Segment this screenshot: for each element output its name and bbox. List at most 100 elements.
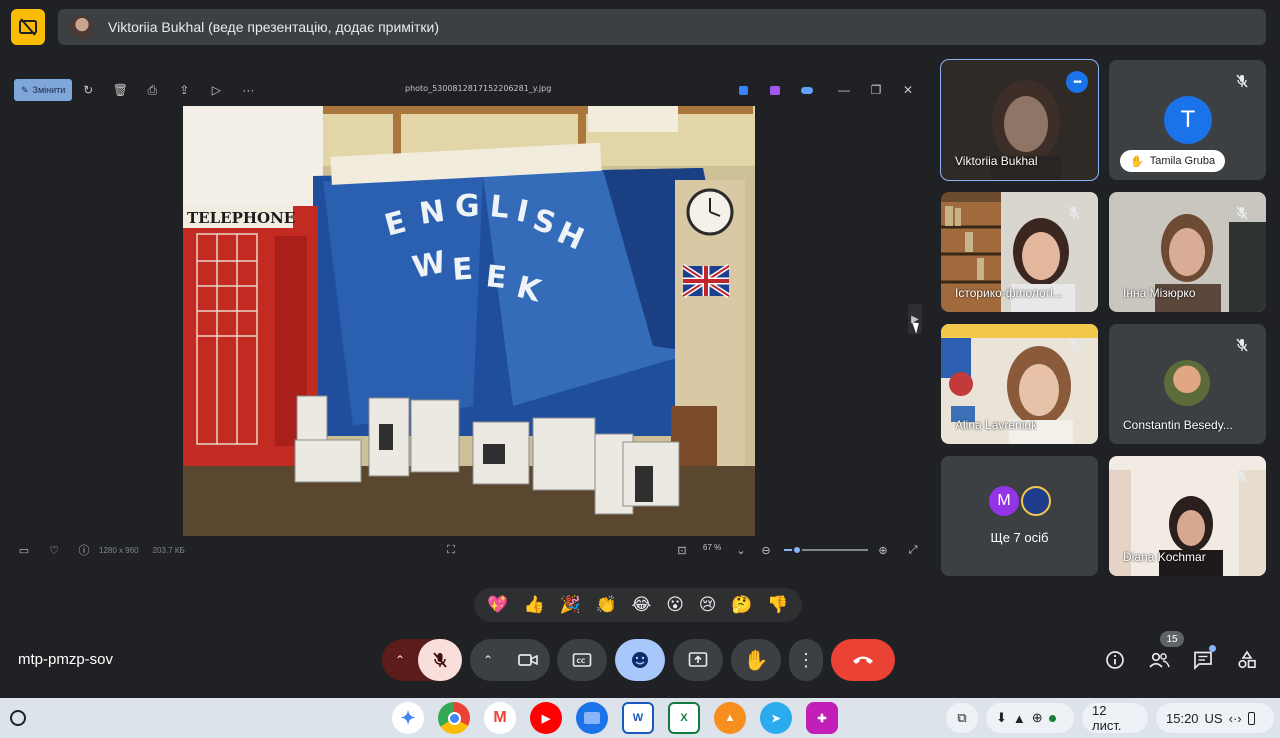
gmail-app-icon[interactable]: M [484, 702, 516, 734]
hand-icon: ✋ [1130, 155, 1144, 168]
more-avatars: M [989, 486, 1051, 516]
reaction-laugh[interactable]: 😂 [631, 595, 651, 615]
reactions-button[interactable] [615, 639, 665, 681]
delete-icon[interactable]: 🗑 [104, 79, 136, 101]
gemini-app-icon[interactable]: ✦ [392, 702, 424, 734]
excel-app-icon[interactable]: X [668, 702, 700, 734]
chrome-app-icon[interactable] [438, 702, 470, 734]
crop-icon[interactable]: ⛶ [436, 544, 466, 557]
meeting-details-button[interactable] [1100, 645, 1130, 675]
network-icon: ‹·› [1228, 710, 1242, 726]
print-icon[interactable]: ⎙ [136, 79, 168, 101]
raise-hand-button[interactable]: ✋ [731, 639, 781, 681]
mic-toggle-button[interactable] [418, 639, 462, 681]
launcher-button[interactable] [10, 710, 26, 726]
participant-tile[interactable]: Diana Kochmar [1109, 456, 1266, 576]
minimize-icon[interactable]: — [830, 79, 858, 101]
presentation-badge[interactable] [11, 9, 45, 45]
unread-dot [1209, 645, 1216, 652]
camera-icon [518, 654, 538, 666]
reaction-clap[interactable]: 👏 [595, 595, 616, 615]
present-screen-icon [688, 652, 708, 667]
reaction-surprised[interactable]: 😮 [666, 595, 684, 615]
files-app-icon[interactable] [576, 702, 608, 734]
participant-tile[interactable]: ••• Viktoriia Bukhal [940, 59, 1099, 181]
vpn-dot-icon [1048, 714, 1056, 722]
reactions-bar: 💖 👍 🎉 👏 😂 😮 😢 🤔 👎 [474, 588, 802, 622]
leave-call-button[interactable] [831, 639, 895, 681]
svg-text:N: N [417, 194, 447, 232]
camera-control-group: ⌃ [470, 639, 550, 681]
reaction-thumbs-up[interactable]: 👍 [523, 595, 544, 615]
camera-toggle-button[interactable] [506, 639, 550, 681]
filmstrip-icon[interactable]: ▭ [9, 544, 39, 557]
participant-tile[interactable]: Історико-філологі... [941, 192, 1098, 312]
close-icon[interactable]: ✕ [894, 79, 922, 101]
presenter-bar: Viktoriia Bukhal (веде презентацію, дода… [58, 9, 1266, 45]
image-dimensions: 1280 x 960 [99, 545, 139, 555]
edit-label: Змінити [32, 85, 66, 95]
svg-text:E: E [451, 252, 474, 288]
participant-tile[interactable]: Інна Мізюрко [1109, 192, 1266, 312]
mic-off-icon [1232, 467, 1252, 487]
system-tray[interactable]: 15:20 US ‹·› [1156, 703, 1274, 733]
captions-button[interactable]: CC [557, 639, 607, 681]
reaction-heart[interactable]: 💖 [487, 595, 508, 615]
mic-control-group: ⌃ [382, 639, 462, 681]
presenter-avatar [70, 15, 94, 39]
slideshow-icon[interactable]: ▷ [200, 79, 232, 101]
onedrive-icon[interactable] [793, 79, 821, 101]
battery-icon [1247, 711, 1255, 725]
reaction-thinking[interactable]: 🤔 [731, 595, 752, 615]
svg-text:CC: CC [577, 658, 586, 665]
designer-icon[interactable] [729, 79, 757, 101]
clipchamp-icon[interactable] [761, 79, 789, 101]
word-app-icon[interactable]: W [622, 702, 654, 734]
people-button[interactable] [1144, 645, 1174, 675]
favorite-icon[interactable]: ♡ [39, 544, 69, 557]
zoom-slider-handle[interactable] [791, 545, 802, 555]
more-participants-tile[interactable]: M Ще 7 осіб [941, 456, 1098, 576]
chat-button[interactable] [1188, 645, 1218, 675]
zoom-out-icon[interactable]: ⊖ [751, 544, 781, 557]
edit-button[interactable]: ✎ Змінити [14, 79, 73, 101]
participant-tile[interactable]: Constantin Besedy... [1109, 324, 1266, 444]
date-tray[interactable]: 12 лист. [1082, 703, 1148, 733]
taskbar: ✦ M ▶ W X ▲ ➤ ✚ ⧉ ⬇ ▲ ⊕ 12 лист. 15:20 U… [0, 698, 1280, 738]
actual-size-icon[interactable]: ⊡ [667, 544, 697, 557]
youtube-app-icon[interactable]: ▶ [530, 702, 562, 734]
participant-tile[interactable]: Alina Lavreniuk [941, 324, 1098, 444]
status-icons-tray[interactable]: ⬇ ▲ ⊕ [986, 703, 1074, 733]
tote-button[interactable]: ⧉ [946, 703, 978, 733]
info-icon[interactable]: ⓘ [69, 542, 99, 558]
rotate-icon[interactable]: ↻ [72, 79, 104, 101]
more-options-icon[interactable]: ··· [232, 79, 264, 101]
vlc-app-icon[interactable]: ▲ [714, 702, 746, 734]
present-button[interactable] [673, 639, 723, 681]
restore-icon[interactable]: ❐ [862, 79, 890, 101]
more-options-button[interactable]: ⋮ [789, 639, 823, 681]
school-logo-avatar [1021, 486, 1051, 516]
activities-button[interactable] [1232, 645, 1262, 675]
reaction-thumbs-down[interactable]: 👎 [767, 595, 788, 615]
zoom-value[interactable]: 67 % [703, 543, 721, 552]
reaction-sad[interactable]: 😢 [699, 595, 717, 615]
fullscreen-icon[interactable]: ⤢ [898, 544, 928, 557]
svg-text:TELEPHONE: TELEPHONE [187, 209, 295, 227]
more-vert-icon: ⋮ [797, 650, 815, 670]
participant-tile[interactable]: T ✋ Tamila Gruba [1109, 60, 1266, 180]
audio-options-chevron-icon[interactable]: ⌃ [382, 653, 418, 667]
zoom-slider[interactable] [784, 545, 868, 555]
canvas-app-icon[interactable]: ✚ [806, 702, 838, 734]
speaking-indicator-icon: ••• [1066, 71, 1088, 93]
reaction-party[interactable]: 🎉 [559, 595, 580, 615]
mic-off-icon [1232, 203, 1252, 223]
share-icon[interactable]: ⇪ [168, 79, 200, 101]
telegram-app-icon[interactable]: ➤ [760, 702, 792, 734]
chat-icon [1194, 651, 1212, 670]
avatar: M [989, 486, 1019, 516]
zoom-in-icon[interactable]: ⊕ [868, 544, 898, 557]
viewer-app-icons [729, 79, 821, 101]
mic-off-icon [1064, 335, 1084, 355]
video-options-chevron-icon[interactable]: ⌃ [470, 653, 506, 667]
